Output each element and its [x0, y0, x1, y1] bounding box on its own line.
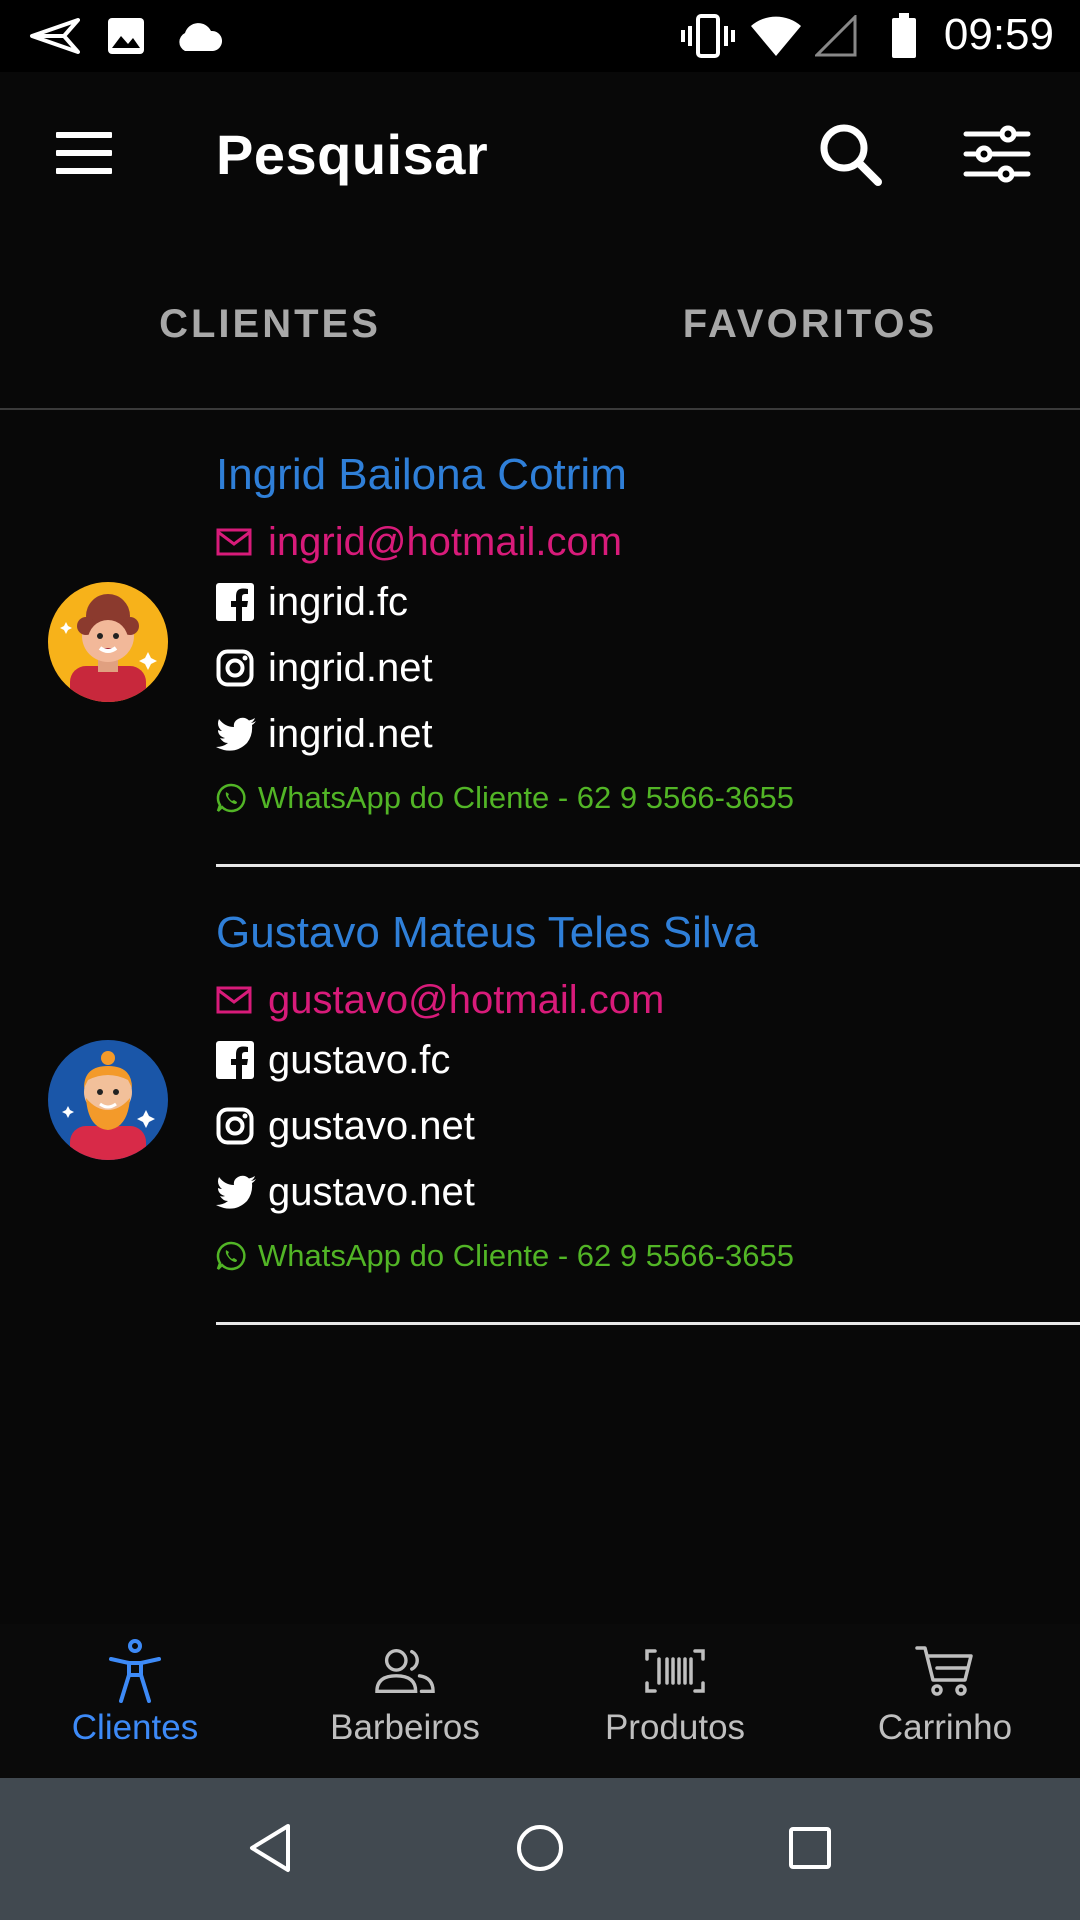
client-facebook: gustavo.fc [268, 1037, 451, 1082]
client-whatsapp: WhatsApp do Cliente - 62 9 5566-3655 [258, 1238, 794, 1273]
barcode-icon [645, 1640, 705, 1702]
facebook-icon [216, 1040, 256, 1080]
twitter-icon [216, 1172, 256, 1212]
client-twitter-row[interactable]: gustavo.net [216, 1164, 475, 1220]
home-icon[interactable] [510, 1818, 570, 1878]
cloud-icon [172, 12, 224, 60]
client-email-row[interactable]: gustavo@hotmail.com [216, 972, 664, 1028]
client-card[interactable]: Ingrid Bailona Cotrim ingrid@hotmail.com… [0, 408, 1080, 868]
system-nav-bar [0, 1778, 1080, 1920]
nav-carrinho[interactable]: Carrinho [810, 1624, 1080, 1778]
person-icon [105, 1639, 165, 1703]
client-name: Gustavo Mateus Teles Silva [216, 908, 759, 957]
nav-label: Produtos [604, 1708, 746, 1747]
bottom-nav: Clientes Barbeiros Produtos Carrinho [0, 1624, 1080, 1778]
battery-icon [886, 12, 922, 60]
client-whatsapp-row[interactable]: WhatsApp do Cliente - 62 9 5566-3655 [216, 770, 794, 826]
cart-icon [915, 1640, 975, 1702]
divider [216, 1322, 1080, 1325]
client-instagram: gustavo.net [268, 1103, 475, 1148]
client-twitter-row[interactable]: ingrid.net [216, 706, 433, 762]
tab-clientes[interactable]: CLIENTES [0, 302, 540, 347]
client-instagram: ingrid.net [268, 645, 433, 690]
client-instagram-row[interactable]: ingrid.net [216, 640, 433, 696]
client-twitter: gustavo.net [268, 1169, 475, 1214]
instagram-icon [216, 1106, 256, 1146]
client-email-row[interactable]: ingrid@hotmail.com [216, 514, 622, 570]
mail-icon [216, 980, 256, 1020]
avatar [48, 582, 168, 702]
client-facebook-row[interactable]: gustavo.fc [216, 1032, 450, 1088]
tune-icon[interactable] [962, 122, 1032, 186]
nav-barbeiros[interactable]: Barbeiros [270, 1624, 540, 1778]
app-bar: Pesquisar [0, 72, 1080, 242]
people-icon [375, 1640, 435, 1702]
client-instagram-row[interactable]: gustavo.net [216, 1098, 475, 1154]
client-whatsapp-row[interactable]: WhatsApp do Cliente - 62 9 5566-3655 [216, 1228, 794, 1284]
menu-icon[interactable] [56, 132, 112, 174]
instagram-icon [216, 648, 256, 688]
whatsapp-icon [216, 1236, 248, 1276]
send-icon [26, 12, 82, 60]
search-icon[interactable] [818, 122, 882, 186]
facebook-icon [216, 582, 256, 622]
nav-label: Clientes [71, 1708, 199, 1747]
tab-favoritos[interactable]: FAVORITOS [540, 302, 1080, 347]
image-icon [104, 12, 148, 60]
avatar [48, 1040, 168, 1160]
status-time: 09:59 [943, 10, 1054, 59]
client-facebook: ingrid.fc [268, 579, 409, 624]
client-facebook-row[interactable]: ingrid.fc [216, 574, 408, 630]
nav-produtos[interactable]: Produtos [540, 1624, 810, 1778]
client-twitter: ingrid.net [268, 711, 433, 756]
signal-icon [814, 12, 858, 60]
mail-icon [216, 522, 256, 562]
client-card[interactable]: Gustavo Mateus Teles Silva gustavo@hotma… [0, 866, 1080, 1326]
client-whatsapp: WhatsApp do Cliente - 62 9 5566-3655 [258, 780, 794, 815]
back-icon[interactable] [240, 1818, 300, 1878]
page-title: Pesquisar [216, 123, 489, 186]
nav-label: Barbeiros [330, 1708, 480, 1747]
client-email: ingrid@hotmail.com [268, 519, 623, 564]
tab-bar: CLIENTES FAVORITOS [0, 242, 1080, 410]
client-name: Ingrid Bailona Cotrim [216, 450, 627, 499]
client-email: gustavo@hotmail.com [268, 977, 665, 1022]
twitter-icon [216, 714, 256, 754]
nav-label: Carrinho [877, 1708, 1013, 1747]
status-bar: 09:59 [0, 0, 1080, 72]
recents-icon[interactable] [780, 1818, 840, 1878]
nav-clientes[interactable]: Clientes [0, 1624, 270, 1778]
whatsapp-icon [216, 778, 248, 818]
vibrate-icon [680, 12, 736, 60]
wifi-icon [748, 12, 804, 60]
